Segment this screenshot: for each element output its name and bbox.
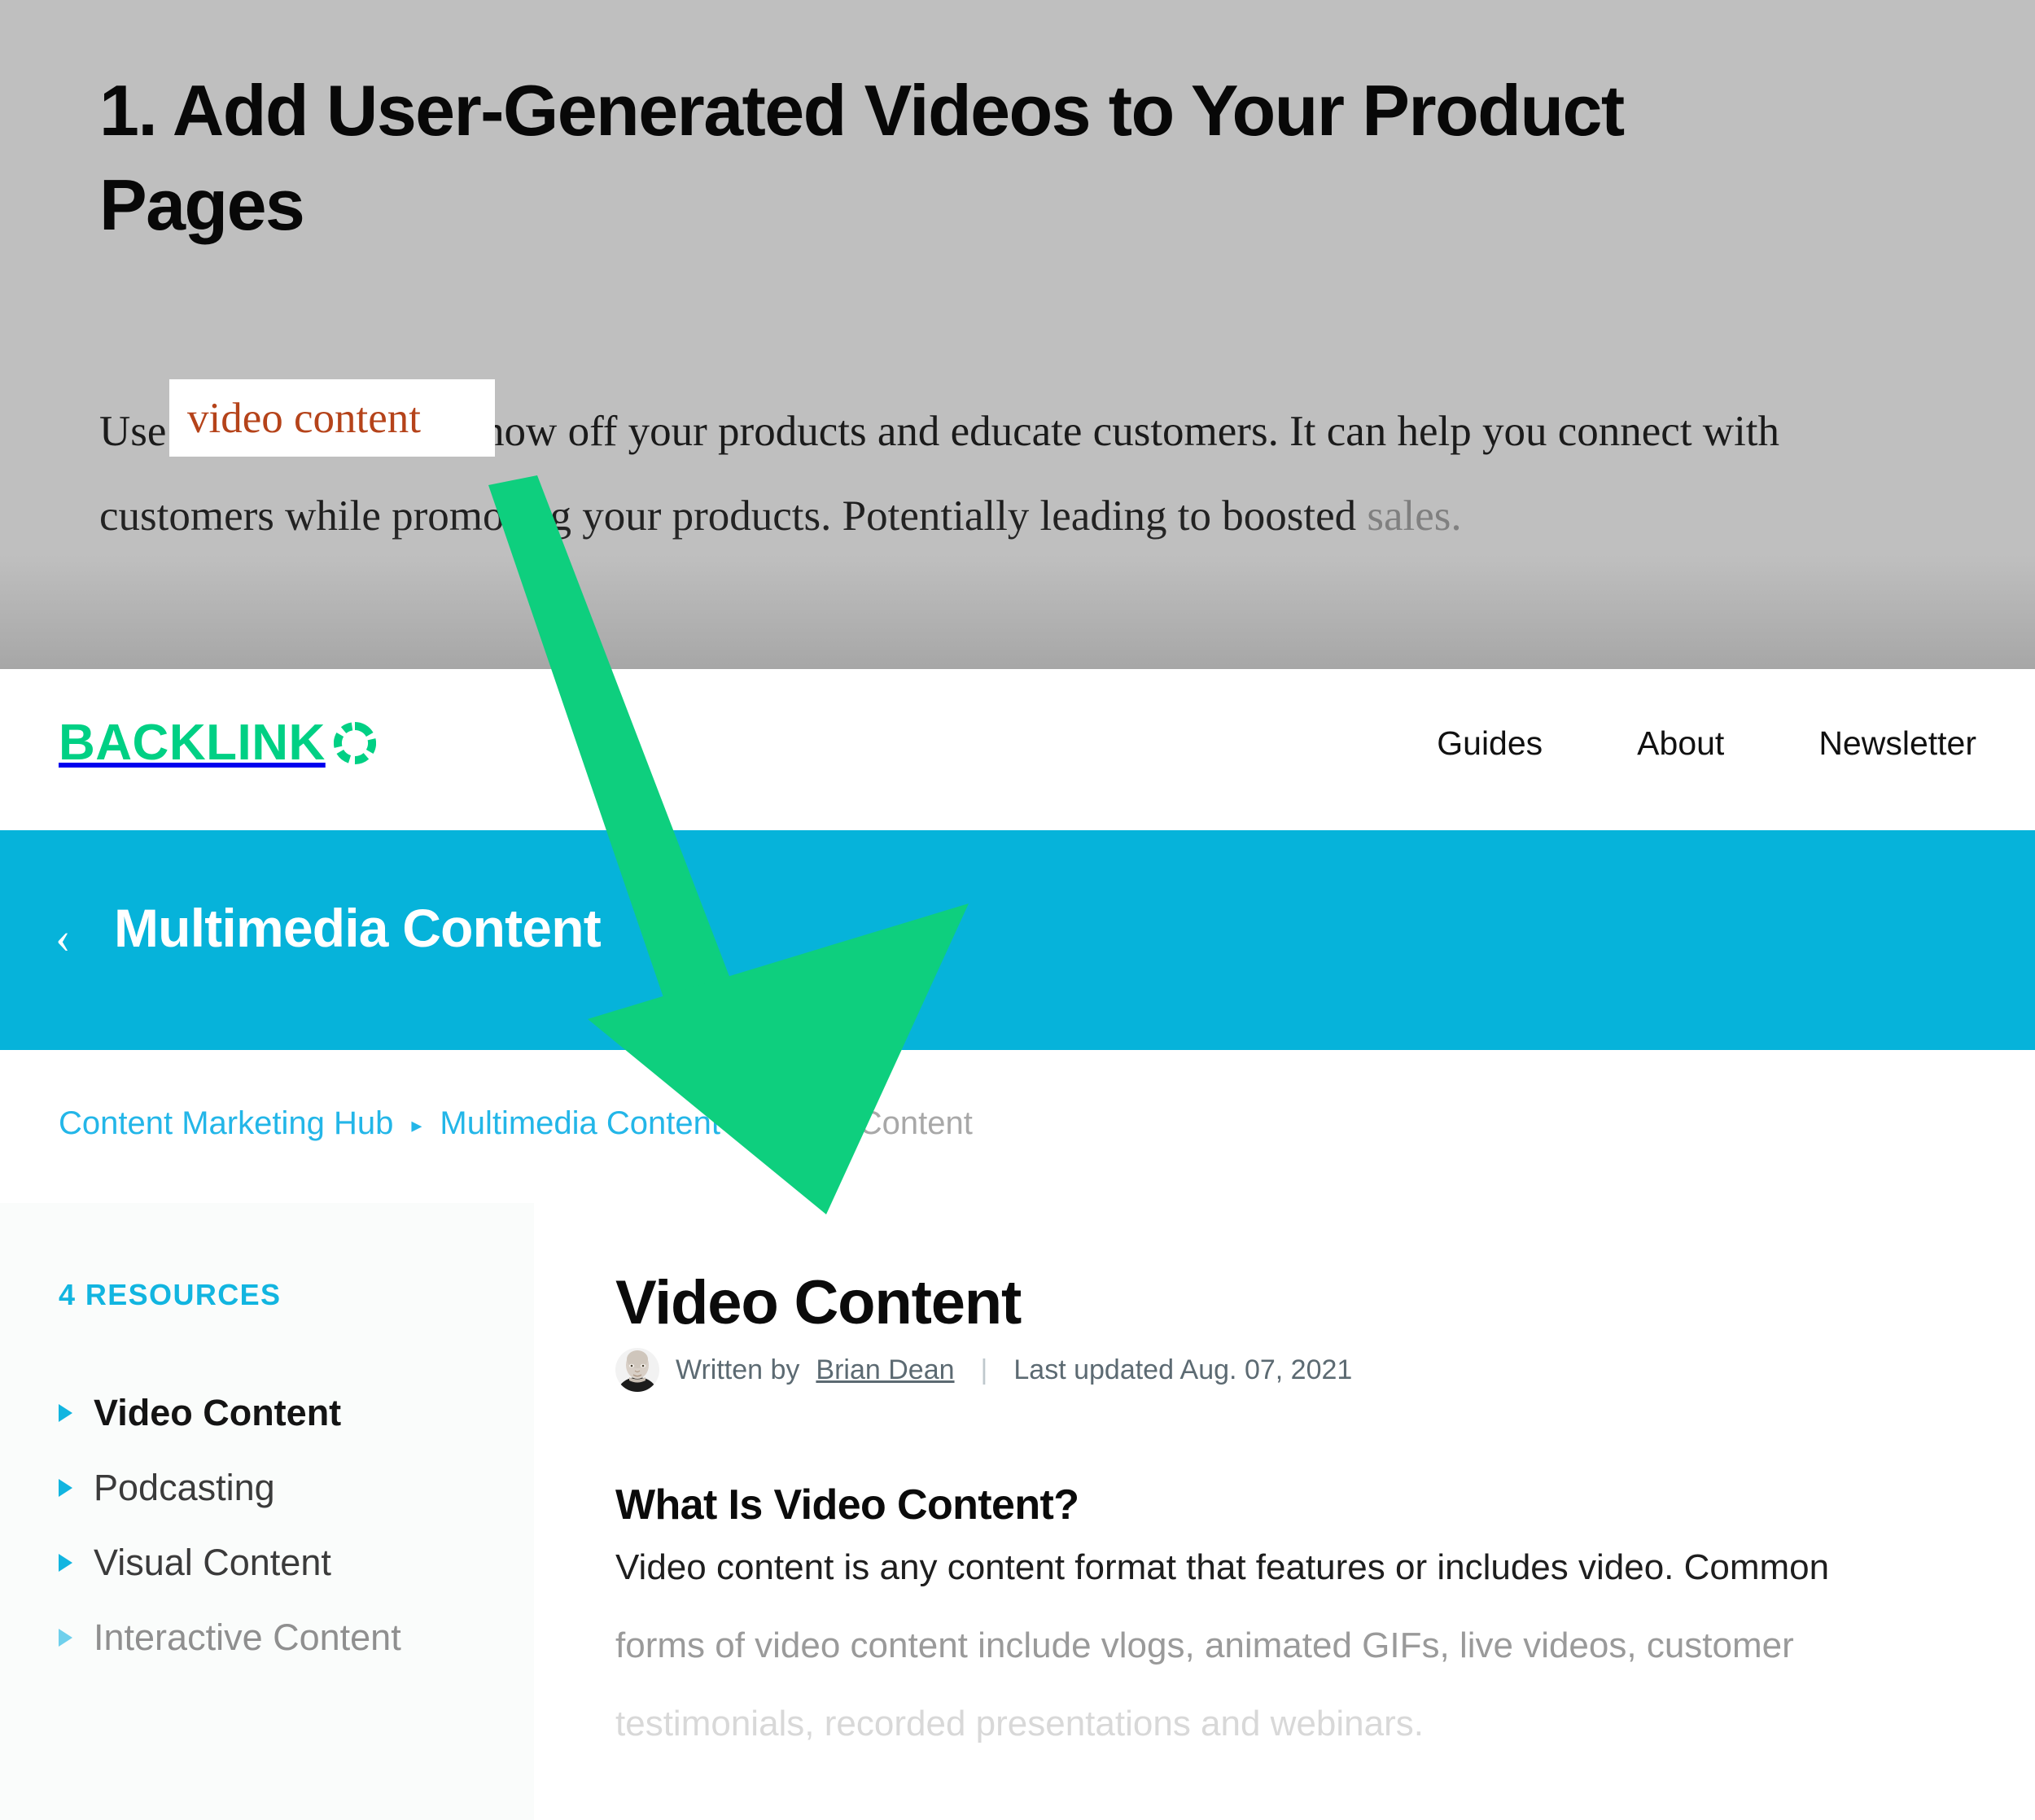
triangle-right-icon (59, 1629, 72, 1647)
body-copy: Video content is any content format that… (615, 1529, 1983, 1763)
logo-wordmark: BACKLINK (59, 715, 326, 771)
byline: Written by Brian Dean | Last updated Aug… (615, 1348, 1352, 1392)
nav-link-guides[interactable]: Guides (1437, 724, 1543, 763)
sidebar-resource-list: Video Content Podcasting Visual Content … (59, 1376, 514, 1675)
author-link[interactable]: Brian Dean (816, 1354, 954, 1386)
site-nav: Guides About Newsletter (1437, 724, 1976, 763)
breadcrumb-item-multimedia-content[interactable]: Multimedia Content (440, 1105, 720, 1142)
body-line-3: testimonials, recorded presentations and… (615, 1704, 1424, 1743)
triangle-right-icon (59, 1554, 72, 1572)
body-line-2: forms of video content include vlogs, an… (615, 1625, 1794, 1665)
nav-link-about[interactable]: About (1637, 724, 1724, 763)
chevron-left-icon[interactable]: ‹ (55, 915, 71, 960)
byline-separator: | (980, 1354, 988, 1385)
sidebar-heading: 4 RESOURCES (59, 1278, 282, 1311)
paragraph-text-faded: sales. (1367, 492, 1462, 540)
article-heading: 1. Add User-Generated Videos to Your Pro… (99, 70, 1625, 246)
breadcrumb-separator-icon: ▸ (738, 1112, 750, 1137)
hero-bar: ‹ Multimedia Content (0, 830, 2035, 1050)
breadcrumb: Content Marketing Hub ▸ Multimedia Conte… (59, 1105, 973, 1142)
breadcrumb-item-content-marketing-hub[interactable]: Content Marketing Hub (59, 1105, 393, 1142)
sidebar-item-label: Visual Content (94, 1542, 331, 1583)
sidebar-item-podcasting[interactable]: Podcasting (59, 1450, 514, 1525)
last-updated-label: Last updated Aug. 07, 2021 (1013, 1354, 1353, 1385)
section-heading: What Is Video Content? (615, 1481, 1079, 1529)
hero-title: Multimedia Content (114, 898, 602, 958)
paragraph-text-before: Use (99, 408, 177, 455)
backlinko-logo[interactable]: BACKLINK (59, 718, 376, 768)
sidebar-item-label: Video Content (94, 1392, 342, 1433)
main-content: Video Content Written by Brian Dean | La… (615, 1203, 1999, 1820)
author-avatar (615, 1348, 659, 1392)
site-header: BACKLINK Guides About Newsletter (0, 669, 2035, 830)
written-by-label: Written by (676, 1354, 800, 1385)
sidebar-item-label: Interactive Content (94, 1617, 401, 1658)
sidebar-item-interactive-content[interactable]: Interactive Content (59, 1600, 514, 1675)
body-line-1: Video content is any content format that… (615, 1547, 1830, 1587)
triangle-right-icon (59, 1479, 72, 1497)
sidebar: 4 RESOURCES Video Content Podcasting Vis… (0, 1203, 534, 1820)
breadcrumb-item-video-content: Video Content (767, 1105, 973, 1141)
video-content-callout-text[interactable]: video content (187, 394, 421, 443)
video-content-callout-box: video content (169, 379, 495, 457)
breadcrumb-separator-icon: ▸ (411, 1112, 422, 1137)
top-article-excerpt: 1. Add User-Generated Videos to Your Pro… (0, 0, 2035, 669)
dashed-ring-o-icon (333, 722, 376, 764)
page-title: Video Content (615, 1267, 1022, 1337)
sidebar-item-video-content[interactable]: Video Content (59, 1376, 514, 1450)
sidebar-item-label: Podcasting (94, 1467, 275, 1508)
sidebar-item-visual-content[interactable]: Visual Content (59, 1525, 514, 1600)
screenshot-root: 1. Add User-Generated Videos to Your Pro… (0, 0, 2035, 1820)
nav-link-newsletter[interactable]: Newsletter (1818, 724, 1976, 763)
triangle-right-icon (59, 1404, 72, 1422)
